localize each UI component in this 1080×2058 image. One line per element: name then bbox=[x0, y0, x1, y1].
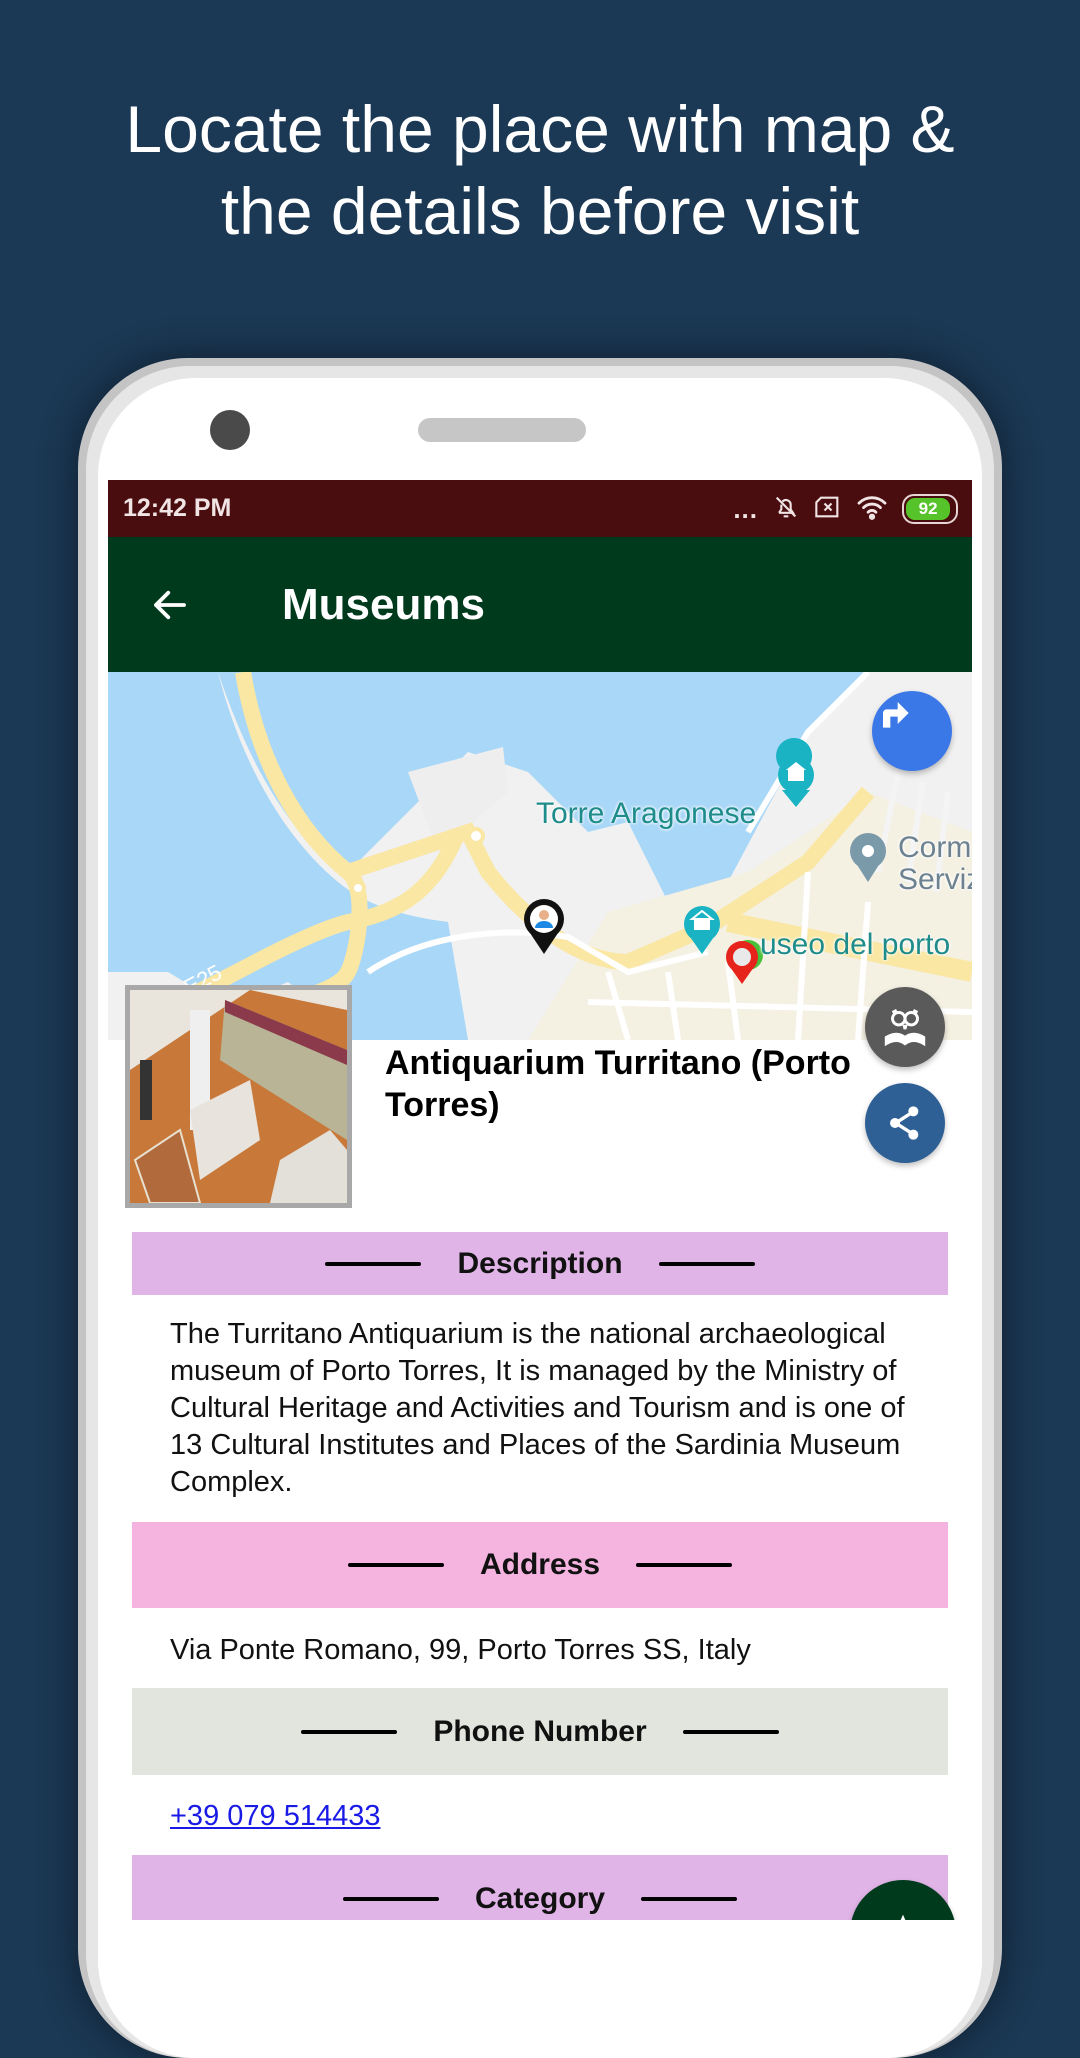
divider-rule bbox=[325, 1261, 422, 1266]
divider-rule bbox=[301, 1729, 398, 1734]
more-notifications-icon: ... bbox=[733, 494, 758, 524]
phone-header: Phone Number bbox=[132, 1688, 948, 1775]
notifications-muted-icon bbox=[772, 493, 800, 526]
category-header: Category bbox=[132, 1855, 948, 1920]
star-icon bbox=[900, 1914, 906, 1920]
battery-icon: 92 bbox=[902, 494, 958, 524]
place-title: Antiquarium Turritano (Porto Torres) bbox=[385, 1044, 851, 1124]
divider-rule bbox=[347, 1563, 444, 1567]
description-header: Description bbox=[132, 1232, 948, 1295]
app-screen: 12:42 PM ... 92 Museums E25 Torre Aragon… bbox=[108, 480, 972, 1920]
map-label-museo-del-porto: useo del porto bbox=[760, 928, 951, 961]
headline-line-1: Locate the place with map & bbox=[125, 92, 955, 166]
page-title: Museums bbox=[282, 580, 485, 629]
divider-rule bbox=[636, 1563, 733, 1567]
description-text: The Turritano Antiquarium is the nationa… bbox=[170, 1318, 905, 1498]
back-button[interactable] bbox=[144, 579, 196, 631]
phone-number-link[interactable]: +39 079 514433 bbox=[170, 1800, 380, 1832]
status-bar: 12:42 PM ... 92 bbox=[108, 480, 972, 537]
divider-rule bbox=[682, 1729, 779, 1734]
divider-rule bbox=[658, 1261, 755, 1266]
museum-interior-image bbox=[130, 990, 347, 1203]
earpiece-speaker bbox=[418, 418, 586, 442]
phone-row: +39 079 514433 bbox=[170, 1798, 930, 1835]
place-photo[interactable] bbox=[125, 985, 352, 1208]
arrow-left-icon bbox=[154, 590, 186, 620]
directions-button[interactable] bbox=[872, 691, 952, 771]
divider-rule bbox=[641, 1896, 738, 1901]
turn-right-icon bbox=[883, 702, 909, 728]
app-bar: Museums bbox=[108, 537, 972, 672]
wifi-icon bbox=[856, 494, 888, 525]
map-label-torre-aragonese: Torre Aragonese bbox=[536, 797, 757, 830]
address-text: Via Ponte Romano, 99, Porto Torres SS, I… bbox=[170, 1634, 751, 1666]
status-icons: ... 92 bbox=[733, 492, 958, 526]
front-camera bbox=[210, 410, 250, 450]
headline-line-2: the details before visit bbox=[220, 174, 860, 248]
promo-headline: Locate the place with map & the details … bbox=[0, 88, 1080, 252]
category-heading: Category bbox=[474, 1881, 606, 1915]
map-label-corm-line1: Corm bbox=[898, 831, 972, 864]
description-heading: Description bbox=[457, 1246, 623, 1280]
phone-heading: Phone Number bbox=[433, 1714, 647, 1748]
divider-rule bbox=[342, 1896, 439, 1901]
address-header: Address bbox=[132, 1522, 948, 1608]
status-time: 12:42 PM bbox=[123, 494, 232, 522]
battery-level: 92 bbox=[906, 498, 951, 520]
address-heading: Address bbox=[479, 1548, 601, 1581]
map-label-corm-line2: Serviz bbox=[898, 863, 972, 896]
sim-none-icon bbox=[814, 495, 842, 524]
